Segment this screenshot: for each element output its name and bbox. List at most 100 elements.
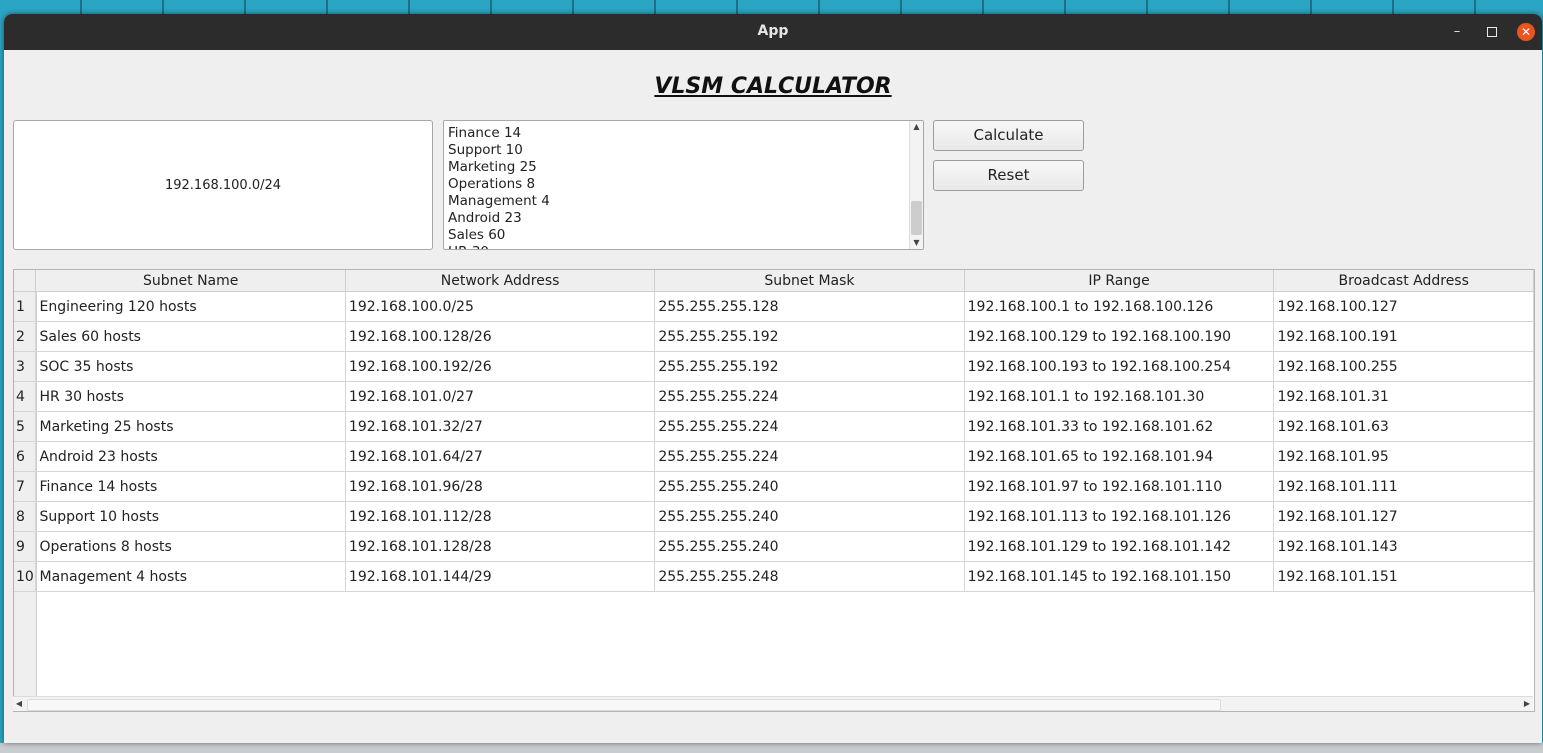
table-cell-range[interactable]: 192.168.101.1 to 192.168.101.30 — [964, 381, 1275, 412]
corner-header[interactable] — [14, 270, 37, 292]
table-cell-range[interactable]: 192.168.101.113 to 192.168.101.126 — [964, 501, 1275, 532]
table-cell-broadcast[interactable]: 192.168.101.143 — [1273, 531, 1534, 562]
scroll-down-icon[interactable]: ▼ — [910, 237, 923, 249]
row-number[interactable]: 9 — [14, 531, 37, 562]
column-header[interactable]: Network Address — [345, 270, 656, 292]
row-number[interactable]: 6 — [14, 441, 37, 472]
column-header[interactable]: Subnet Mask — [654, 270, 965, 292]
vertical-scrollbar[interactable]: ▲ ▼ — [909, 121, 923, 249]
table-row[interactable]: 1 Engineering 120 hosts 192.168.100.0/25 25… — [14, 291, 1534, 322]
subnet-line: Sales 60 — [448, 227, 506, 243]
table-row[interactable]: 5 Marketing 25 hosts 192.168.101.32/27 255.… — [14, 411, 1534, 442]
page-title: VLSM CALCULATOR — [654, 74, 892, 99]
table-cell-mask[interactable]: 255.255.255.248 — [654, 561, 965, 592]
table-row[interactable]: 2 Sales 60 hosts 192.168.100.128/26 255.255… — [14, 321, 1534, 352]
results-table: Subnet Name Network Address Subnet Mask IP … — [13, 269, 1535, 712]
table-cell-name[interactable]: Sales 60 hosts — [35, 321, 346, 352]
table-cell-broadcast[interactable]: 192.168.101.151 — [1273, 561, 1534, 592]
subnet-line: Marketing 25 — [448, 159, 537, 175]
row-number[interactable]: 8 — [14, 501, 37, 532]
row-number[interactable]: 4 — [14, 381, 37, 412]
reset-button[interactable]: Reset — [933, 160, 1084, 191]
table-cell-range[interactable]: 192.168.101.129 to 192.168.101.142 — [964, 531, 1275, 562]
scroll-left-icon[interactable]: ◀ — [13, 697, 25, 711]
table-cell-network[interactable]: 192.168.101.144/29 — [345, 561, 656, 592]
table-cell-network[interactable]: 192.168.101.112/28 — [345, 501, 656, 532]
table-row[interactable]: 9 Operations 8 hosts 192.168.101.128/28 255… — [14, 531, 1534, 562]
subnet-line: Operations 8 — [448, 176, 536, 192]
table-cell-network[interactable]: 192.168.101.128/28 — [345, 531, 656, 562]
table-cell-network[interactable]: 192.168.100.0/25 — [345, 291, 656, 322]
table-cell-mask[interactable]: 255.255.255.192 — [654, 351, 965, 382]
close-button[interactable]: ✕ — [1517, 23, 1535, 41]
table-cell-name[interactable]: Management 4 hosts — [35, 561, 346, 592]
table-cell-name[interactable]: SOC 35 hosts — [35, 351, 346, 382]
table-cell-network[interactable]: 192.168.100.128/26 — [345, 321, 656, 352]
table-row[interactable]: 4 HR 30 hosts 192.168.101.0/27 255.255.255.… — [14, 381, 1534, 412]
table-cell-network[interactable]: 192.168.101.0/27 — [345, 381, 656, 412]
table-cell-mask[interactable]: 255.255.255.240 — [654, 471, 965, 502]
row-number[interactable]: 5 — [14, 411, 37, 442]
table-cell-range[interactable]: 192.168.101.145 to 192.168.101.150 — [964, 561, 1275, 592]
table-row[interactable]: 6 Android 23 hosts 192.168.101.64/27 255.25… — [14, 441, 1534, 472]
minimize-button[interactable]: – — [1448, 23, 1466, 41]
table-cell-network[interactable]: 192.168.100.192/26 — [345, 351, 656, 382]
scroll-thumb[interactable] — [911, 201, 922, 235]
row-number[interactable]: 2 — [14, 321, 37, 352]
table-cell-name[interactable]: Engineering 120 hosts — [35, 291, 346, 322]
row-number[interactable]: 10 — [14, 561, 37, 592]
table-row[interactable]: 10 Management 4 hosts 192.168.101.144/29 25… — [14, 561, 1534, 592]
row-number[interactable]: 3 — [14, 351, 37, 382]
table-cell-range[interactable]: 192.168.101.65 to 192.168.101.94 — [964, 441, 1275, 472]
table-cell-broadcast[interactable]: 192.168.101.111 — [1273, 471, 1534, 502]
table-cell-broadcast[interactable]: 192.168.100.255 — [1273, 351, 1534, 382]
table-cell-range[interactable]: 192.168.101.33 to 192.168.101.62 — [964, 411, 1275, 442]
table-cell-name[interactable]: HR 30 hosts — [35, 381, 346, 412]
table-cell-mask[interactable]: 255.255.255.128 — [654, 291, 965, 322]
table-cell-broadcast[interactable]: 192.168.101.95 — [1273, 441, 1534, 472]
column-header[interactable]: Subnet Name — [35, 270, 346, 292]
scroll-right-icon[interactable]: ▶ — [1521, 697, 1533, 711]
table-cell-broadcast[interactable]: 192.168.100.127 — [1273, 291, 1534, 322]
table-cell-mask[interactable]: 255.255.255.224 — [654, 381, 965, 412]
network-address-value: 192.168.100.0/24 — [164, 177, 282, 193]
subnet-requirements-textarea[interactable]: Finance 14 Support 10 Marketing 25 Operatio… — [443, 120, 924, 250]
title-bar[interactable]: App – ✕ — [4, 14, 1542, 50]
table-cell-mask[interactable]: 255.255.255.240 — [654, 531, 965, 562]
table-cell-mask[interactable]: 255.255.255.240 — [654, 501, 965, 532]
table-cell-mask[interactable]: 255.255.255.224 — [654, 441, 965, 472]
table-row[interactable]: 8 Support 10 hosts 192.168.101.112/28 255.2… — [14, 501, 1534, 532]
table-cell-network[interactable]: 192.168.101.32/27 — [345, 411, 656, 442]
calculate-button[interactable]: Calculate — [933, 120, 1084, 151]
table-cell-range[interactable]: 192.168.101.97 to 192.168.101.110 — [964, 471, 1275, 502]
table-cell-mask[interactable]: 255.255.255.224 — [654, 411, 965, 442]
row-number[interactable]: 7 — [14, 471, 37, 502]
table-cell-network[interactable]: 192.168.101.96/28 — [345, 471, 656, 502]
table-cell-broadcast[interactable]: 192.168.101.127 — [1273, 501, 1534, 532]
network-address-input[interactable]: 192.168.100.0/24 — [13, 120, 433, 250]
table-cell-range[interactable]: 192.168.100.1 to 192.168.100.126 — [964, 291, 1275, 322]
table-cell-name[interactable]: Operations 8 hosts — [35, 531, 346, 562]
table-cell-name[interactable]: Android 23 hosts — [35, 441, 346, 472]
subnet-lines: Finance 14 Support 10 Marketing 25 Operatio… — [448, 125, 907, 249]
horizontal-scrollbar[interactable]: ◀ ▶ — [13, 696, 1533, 711]
app-window: App – ✕ VLSM CALCULATOR 192.168.100.0/24… — [4, 14, 1542, 743]
table-cell-broadcast[interactable]: 192.168.100.191 — [1273, 321, 1534, 352]
horizontal-scroll-thumb[interactable] — [27, 699, 1221, 711]
column-header[interactable]: Broadcast Address — [1273, 270, 1534, 292]
table-row[interactable]: 3 SOC 35 hosts 192.168.100.192/26 255.255.2… — [14, 351, 1534, 382]
table-cell-network[interactable]: 192.168.101.64/27 — [345, 441, 656, 472]
column-header[interactable]: IP Range — [964, 270, 1275, 292]
table-cell-broadcast[interactable]: 192.168.101.63 — [1273, 411, 1534, 442]
table-cell-name[interactable]: Marketing 25 hosts — [35, 411, 346, 442]
table-cell-name[interactable]: Finance 14 hosts — [35, 471, 346, 502]
scroll-up-icon[interactable]: ▲ — [910, 121, 923, 133]
row-number[interactable]: 1 — [14, 291, 37, 322]
table-cell-range[interactable]: 192.168.100.129 to 192.168.100.190 — [964, 321, 1275, 352]
table-cell-name[interactable]: Support 10 hosts — [35, 501, 346, 532]
table-cell-broadcast[interactable]: 192.168.101.31 — [1273, 381, 1534, 412]
table-row[interactable]: 7 Finance 14 hosts 192.168.101.96/28 255.25… — [14, 471, 1534, 502]
maximize-button[interactable] — [1483, 23, 1501, 41]
table-cell-range[interactable]: 192.168.100.193 to 192.168.100.254 — [964, 351, 1275, 382]
table-cell-mask[interactable]: 255.255.255.192 — [654, 321, 965, 352]
